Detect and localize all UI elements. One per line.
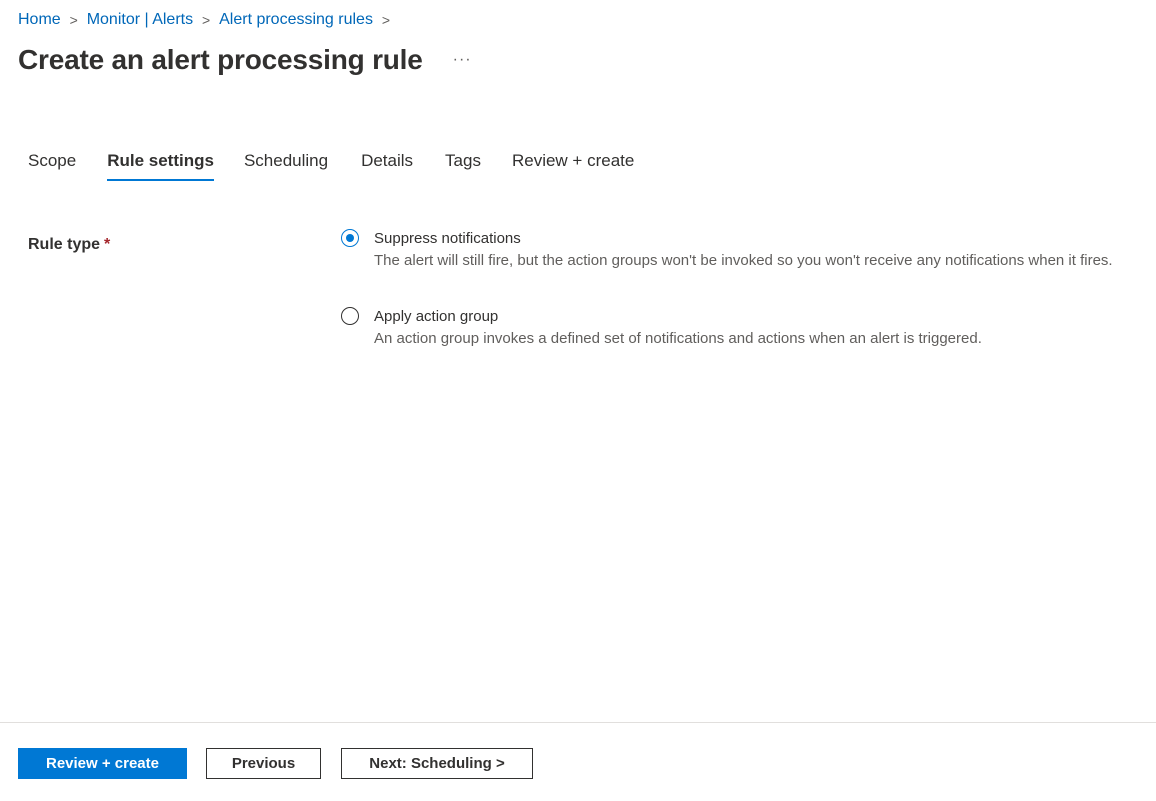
tab-bar: Scope Rule settings Scheduling Details T… [28,147,634,181]
suppress-notifications-label: Suppress notifications [374,230,521,247]
suppress-notifications-option[interactable]: Suppress notifications The alert will st… [341,229,1149,272]
tab-scheduling[interactable]: Scheduling [244,147,328,181]
title-row: Create an alert processing rule ··· [18,40,472,80]
tab-details[interactable]: Details [361,147,413,181]
suppress-notifications-radio[interactable] [341,229,359,247]
suppress-notifications-description: The alert will still fire, but the actio… [374,252,1113,269]
tab-scope[interactable]: Scope [28,147,76,181]
review-create-button[interactable]: Review + create [18,748,187,779]
breadcrumb-monitor-alerts-link[interactable]: Monitor | Alerts [87,9,193,31]
apply-action-group-label: Apply action group [374,308,499,325]
apply-action-group-description: An action group invokes a defined set of… [374,330,982,347]
footer-divider [0,722,1156,723]
rule-type-label-text: Rule type [28,236,101,253]
tab-rule-settings[interactable]: Rule settings [107,147,214,181]
apply-action-group-text: Apply action group An action group invok… [374,306,1149,350]
rule-type-label: Rule type * [28,232,110,258]
previous-button[interactable]: Previous [206,748,321,779]
chevron-right-icon: > [69,12,78,28]
tab-tags[interactable]: Tags [445,147,481,181]
breadcrumb-home-link[interactable]: Home [18,9,61,31]
more-options-icon[interactable]: ··· [453,40,472,80]
page-title: Create an alert processing rule [18,44,423,75]
apply-action-group-radio[interactable] [341,307,359,325]
required-indicator: * [104,236,111,253]
suppress-notifications-text: Suppress notifications The alert will st… [374,228,1149,272]
next-scheduling-button[interactable]: Next: Scheduling > [341,748,533,779]
chevron-right-icon: > [202,12,211,28]
chevron-right-icon: > [381,12,391,28]
breadcrumb-alert-processing-rules-link[interactable]: Alert processing rules [219,9,373,31]
apply-action-group-option[interactable]: Apply action group An action group invok… [341,307,1149,350]
breadcrumb: Home > Monitor | Alerts > Alert processi… [18,9,399,31]
tab-review-create[interactable]: Review + create [512,147,634,181]
